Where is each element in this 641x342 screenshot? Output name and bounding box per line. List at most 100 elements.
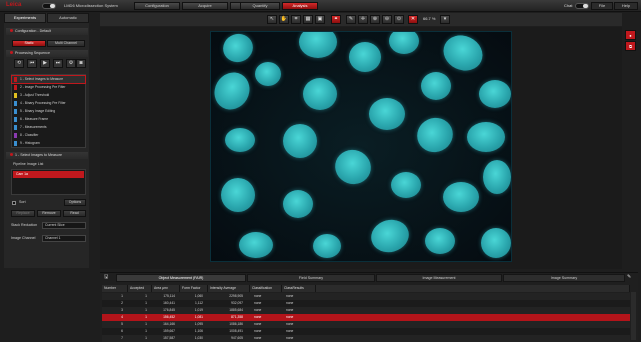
pencil-icon[interactable]: ✎	[346, 15, 356, 24]
select-images-section-header[interactable]: 1 - Select Images to Measure	[6, 152, 88, 159]
nucleus	[481, 228, 511, 258]
sequence-item[interactable]: 6 - Measure Frame	[12, 116, 85, 123]
section-dot-icon	[10, 51, 13, 54]
sequence-item[interactable]: 8 - Classifier	[12, 132, 85, 139]
step-back-icon[interactable]: ⏮	[27, 59, 37, 68]
column-header[interactable]: ClassResults	[282, 285, 316, 292]
table-cell: 1,106	[194, 329, 203, 333]
table-row[interactable]: 5 1 164,166 1,095 1086,186 none none	[102, 321, 630, 328]
microscopy-image[interactable]	[210, 31, 512, 262]
tab-field-summary[interactable]: Field Summary	[247, 274, 375, 282]
sequence-item[interactable]: 2 - Image Processing Pre Filter	[12, 84, 85, 91]
table-cell: 1	[145, 329, 147, 333]
camera-icon[interactable]: ◙	[76, 59, 86, 68]
table-cell: 2	[121, 301, 123, 305]
column-header[interactable]: Number	[102, 285, 128, 292]
grid-icon[interactable]: ▦	[303, 15, 313, 24]
nav-tab-analysis[interactable]: Analysis	[282, 2, 318, 10]
table-cell: none	[254, 315, 262, 319]
zoom-out-icon[interactable]: ⊖	[382, 15, 392, 24]
table-cell: none	[286, 322, 294, 326]
column-header[interactable]: Form Factor	[180, 285, 208, 292]
nucleus	[303, 78, 337, 110]
step-forward-icon[interactable]: ⏭	[53, 59, 63, 68]
read-button[interactable]: Read	[63, 210, 86, 217]
table-row[interactable]: 4 1 156,452 1,081 871,358 none none	[102, 314, 630, 321]
crosshair-icon[interactable]: ✛	[358, 15, 368, 24]
table-scrollbar[interactable]	[631, 292, 636, 340]
sequence-marker	[14, 117, 17, 122]
column-header[interactable]: Accepted	[128, 285, 152, 292]
table-row[interactable]: 2 1 160,441 1,112 932,097 none none	[102, 300, 630, 307]
zoom-dropdown-icon[interactable]: ▾	[440, 15, 450, 24]
processing-section-header[interactable]: Processing Sequence	[6, 50, 88, 57]
table-cell: 7	[121, 336, 123, 340]
pipeline-item[interactable]: Cam 1a	[13, 171, 84, 178]
sequence-marker	[14, 93, 17, 98]
column-header[interactable]: Area µm²	[152, 285, 180, 292]
table-cell: none	[254, 329, 262, 333]
stack-reduction-label: Stack Reduction	[11, 223, 38, 227]
image-icon[interactable]: ▣	[315, 15, 325, 24]
table-cell: 1,060	[194, 294, 203, 298]
image-channel-select[interactable]: Channel 1	[42, 235, 86, 242]
overlay-icon[interactable]: ⧉	[625, 41, 636, 51]
save-icon[interactable]: 🖫	[104, 274, 114, 282]
nucleus	[283, 124, 317, 158]
sequence-marker	[14, 77, 17, 82]
zoom-fit-icon[interactable]: ⊙	[394, 15, 404, 24]
sequence-marker	[14, 101, 17, 106]
sort-checkbox[interactable]	[12, 201, 16, 205]
table-row[interactable]: 3 1 176,845 1,019 1885,684 none none	[102, 307, 630, 314]
zoom-in-icon[interactable]: ⊕	[370, 15, 380, 24]
options-button[interactable]: Options	[64, 199, 86, 206]
column-header[interactable]: Classification	[250, 285, 282, 292]
table-row[interactable]: 6 1 159,667 1,106 1008,491 none none	[102, 328, 630, 335]
nucleus	[369, 98, 405, 130]
edit-icon[interactable]: ✎	[627, 274, 635, 282]
sort-label: Sort	[19, 200, 26, 204]
help-menu[interactable]: Help	[614, 2, 638, 10]
sequence-item[interactable]: 7 - Measurements	[12, 124, 85, 131]
chat-toggle[interactable]	[575, 3, 589, 9]
play-icon[interactable]: ▶	[40, 59, 50, 68]
crop-icon[interactable]: ⌗	[291, 15, 301, 24]
nav-tab-configuration[interactable]: Configuration	[134, 2, 180, 10]
settings-icon[interactable]: ⚙	[66, 59, 76, 68]
replace-button[interactable]: Replace	[11, 210, 35, 217]
tab-experiments[interactable]: Experiments	[4, 13, 46, 23]
stack-reduction-select[interactable]: Current Slice	[42, 222, 86, 229]
tab-automatic[interactable]: Automatic	[47, 13, 89, 23]
single-channel-button[interactable]: Static	[12, 40, 46, 47]
link-icon[interactable]: ⚭	[331, 15, 341, 24]
table-cell: 1,112	[194, 301, 203, 305]
configuration-section-header[interactable]: Configuration - Default	[6, 28, 88, 35]
sequence-marker	[14, 141, 17, 146]
record-icon[interactable]: ●	[625, 30, 636, 40]
tab-object-measurement[interactable]: Object Measurement (FAIR)	[116, 274, 246, 282]
sequence-item[interactable]: 1 - Select Images to Measure	[11, 75, 86, 84]
nav-tab-acquire[interactable]: Acquire	[182, 2, 228, 10]
restart-icon[interactable]: ⟲	[14, 59, 24, 68]
tab-image-summary[interactable]: Image Summary	[503, 274, 625, 282]
file-menu[interactable]: File	[591, 2, 613, 10]
sequence-item[interactable]: 3 - Adjust Threshold	[12, 92, 85, 99]
table-row[interactable]: 7 1 157,587 1,030 947,605 none none	[102, 335, 630, 342]
sequence-item-label: 7 - Measurements	[20, 125, 47, 129]
hand-icon[interactable]: ✋	[279, 15, 289, 24]
sequence-item[interactable]: 9 - Histogram	[12, 140, 85, 147]
close-icon[interactable]: ✕	[408, 15, 418, 24]
sequence-item[interactable]: 4 - Binary Processing Pre Filter	[12, 100, 85, 107]
table-row[interactable]: 1 1 175,114 1,060 2298,905 none none	[102, 293, 630, 300]
pointer-icon[interactable]: ↖	[267, 15, 277, 24]
tab-image-measurement[interactable]: Image Measurement	[376, 274, 502, 282]
table-cell: 1	[145, 308, 147, 312]
mode-toggle[interactable]	[42, 3, 56, 9]
column-header[interactable]: Intensity Average	[208, 285, 250, 292]
sequence-item[interactable]: 5 - Binary Image Editing	[12, 108, 85, 115]
nucleus	[425, 228, 455, 254]
multi-channel-button[interactable]: Multi Channel	[47, 40, 85, 47]
sequence-item-label: 1 - Select Images to Measure	[20, 77, 64, 81]
nav-tab-quantify[interactable]: Quantify	[240, 2, 280, 10]
remove-button[interactable]: Remove	[37, 210, 61, 217]
